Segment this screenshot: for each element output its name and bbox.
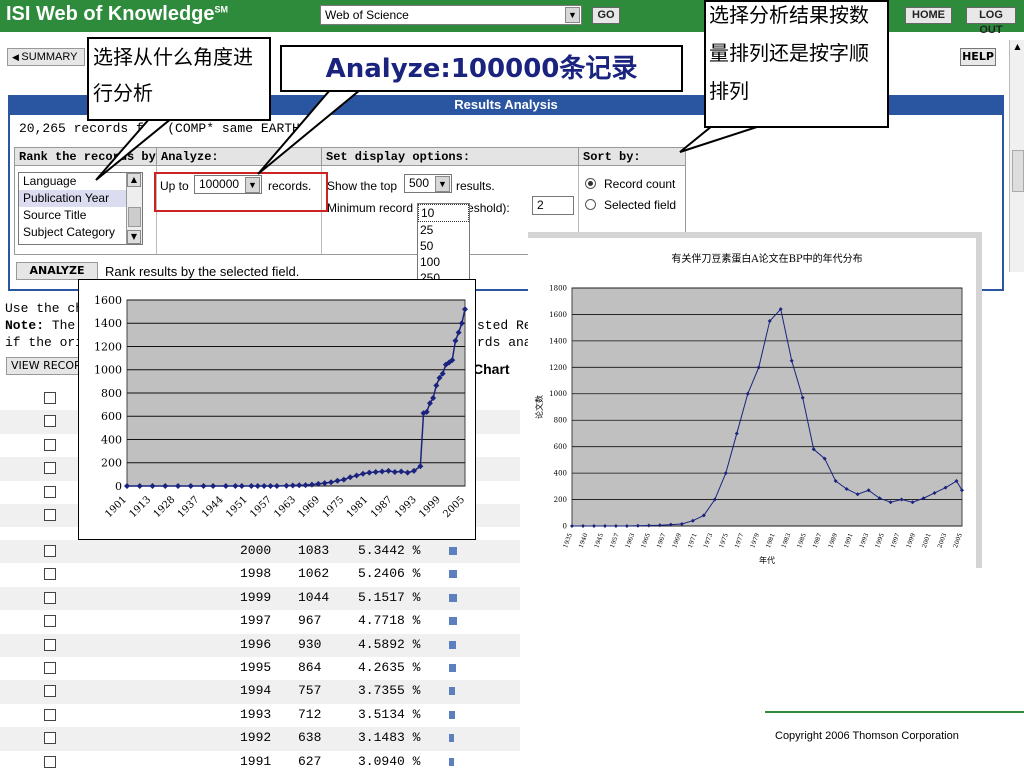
copyright-text: Copyright 2006 Thomson Corporation [775, 730, 959, 742]
callout-angle: 选择从什么角度进行分析 [87, 37, 271, 121]
callout-pointer-sort [679, 125, 761, 153]
callout-angle-text: 选择从什么角度进行分析 [93, 45, 253, 105]
callout-analyze-text: Analyze:100000条记录 [325, 54, 638, 84]
callout-pointer-analyze [257, 89, 363, 175]
callout-analyze: Analyze:100000条记录 [280, 45, 683, 92]
callout-pointer-angle [95, 117, 175, 181]
callout-sort: 选择分析结果按数量排列还是按字顺排列 [704, 0, 889, 128]
footer-rule [765, 711, 1024, 713]
callout-sort-text: 选择分析结果按数量排列还是按字顺排列 [709, 3, 869, 103]
